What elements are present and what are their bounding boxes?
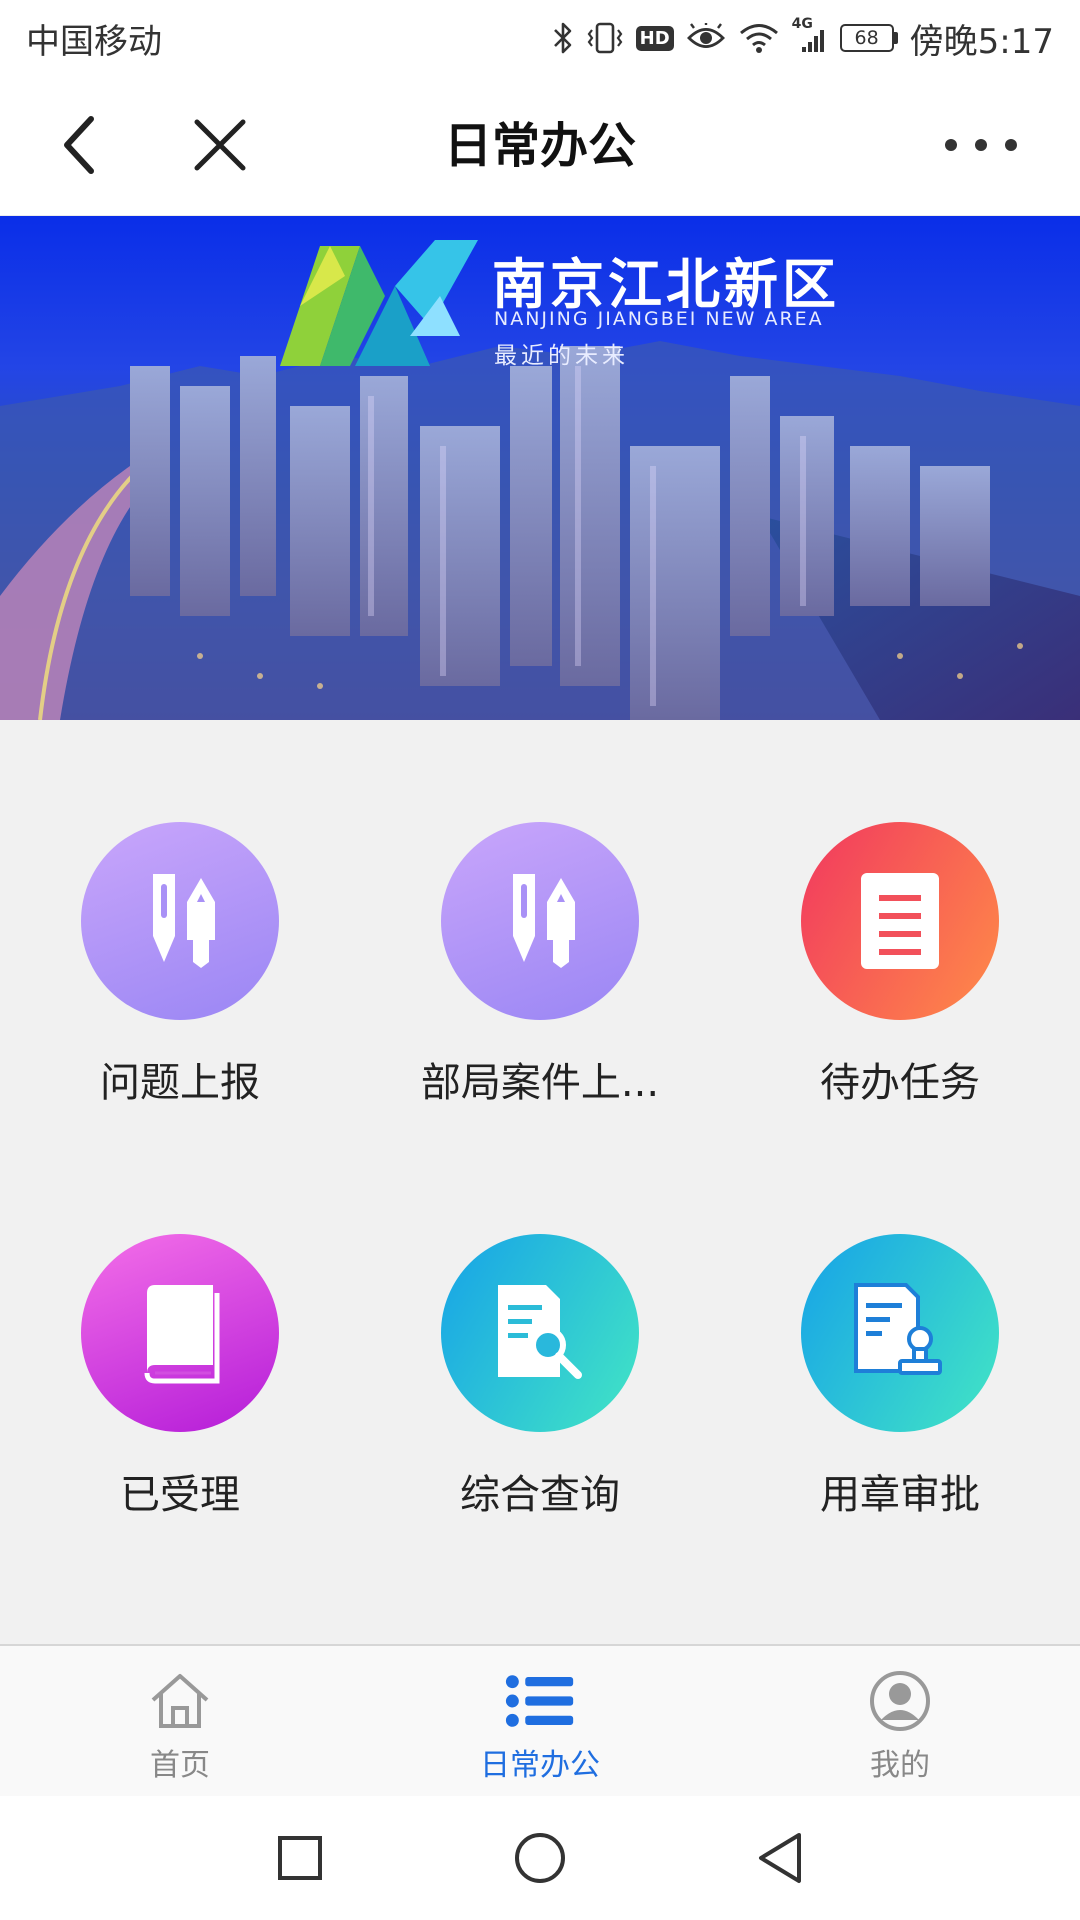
- pen-pencil-icon: [153, 874, 215, 968]
- grid-label: 用章审批: [820, 1472, 980, 1518]
- grid-item-pending-tasks[interactable]: 待办任务: [720, 720, 1080, 1106]
- bluetooth-icon: [552, 21, 574, 55]
- carrier-label: 中国移动: [26, 21, 162, 62]
- close-icon: [194, 119, 246, 171]
- home-icon: [145, 1666, 215, 1736]
- list-icon: [505, 1666, 575, 1736]
- nav-bar: 日常办公: [0, 76, 1080, 216]
- wifi-icon: [738, 22, 780, 54]
- battery-icon: 68: [839, 24, 898, 52]
- grid-icon-circle: [801, 1234, 999, 1432]
- jiangbei-logo-mark: [280, 240, 478, 366]
- grid-item-seal-approval[interactable]: 用章审批: [720, 1132, 1080, 1518]
- chevron-left-icon: [64, 116, 94, 174]
- hd-icon: HD: [635, 25, 674, 51]
- grid-icon-circle: [81, 1234, 279, 1432]
- eye-icon: [686, 23, 726, 53]
- status-bar: 中国移动 HD 4G 68 傍晚5:17: [0, 0, 1080, 76]
- grid-item-problem-report[interactable]: 问题上报: [0, 720, 360, 1106]
- grid-item-accepted[interactable]: 已受理: [0, 1132, 360, 1518]
- grid-label: 部局案件上...: [420, 1060, 660, 1106]
- home-circle-icon: [515, 1833, 565, 1883]
- grid-icon-circle: [801, 822, 999, 1020]
- tab-label: 首页: [150, 1748, 210, 1783]
- banner[interactable]: 南京江北新区 NANJING JIANGBEI NEW AREA 最近的未来: [0, 216, 1080, 720]
- grid-icon-circle: [441, 1234, 639, 1432]
- system-navigation-bar: [0, 1796, 1080, 1920]
- network-label: 4G: [791, 16, 813, 32]
- grid-label: 综合查询: [460, 1472, 620, 1518]
- battery-level: 68: [839, 24, 894, 52]
- banner-subtitle: NANJING JIANGBEI NEW AREA: [494, 308, 824, 330]
- bottom-tab-bar: 首页 日常办公 我的: [0, 1644, 1080, 1796]
- more-button[interactable]: [926, 110, 1036, 180]
- book-icon: [144, 1285, 220, 1384]
- grid-item-comprehensive-query[interactable]: 综合查询: [360, 1132, 720, 1518]
- back-system-button[interactable]: [740, 1818, 820, 1898]
- user-icon: [865, 1666, 935, 1736]
- grid-label: 问题上报: [100, 1060, 260, 1106]
- banner-slogan: 最近的未来: [494, 343, 629, 369]
- tab-daily-office[interactable]: 日常办公: [360, 1646, 720, 1796]
- status-icons: HD 4G 68 傍晚5:17: [552, 14, 1054, 63]
- home-system-button[interactable]: [500, 1818, 580, 1898]
- tab-home[interactable]: 首页: [0, 1646, 360, 1796]
- search-document-icon: [498, 1285, 582, 1379]
- grid-icon-circle: [441, 822, 639, 1020]
- clock: 傍晚5:17: [909, 21, 1054, 62]
- close-button[interactable]: [185, 110, 255, 180]
- tab-label: 我的: [870, 1748, 930, 1783]
- tab-label: 日常办公: [480, 1748, 600, 1783]
- tab-mine[interactable]: 我的: [720, 1646, 1080, 1796]
- recent-apps-button[interactable]: [260, 1818, 340, 1898]
- grid-label: 待办任务: [820, 1060, 980, 1106]
- back-triangle-icon: [759, 1833, 801, 1883]
- back-button[interactable]: [44, 110, 114, 180]
- document-icon: [861, 873, 939, 969]
- pen-pencil-icon: [513, 874, 575, 968]
- more-icon: [945, 139, 1017, 151]
- grid-item-department-case-report[interactable]: 部局案件上...: [360, 720, 720, 1106]
- signal-icon: 4G: [792, 16, 828, 54]
- recent-apps-icon: [278, 1836, 322, 1880]
- vibrate-icon: [586, 21, 624, 55]
- page-title: 日常办公: [443, 118, 636, 174]
- grid-icon-circle: [81, 822, 279, 1020]
- function-grid: 问题上报 部局案件上... 待办任务 已受理 综合查询 用章审批: [0, 720, 1080, 1644]
- grid-label: 已受理: [120, 1472, 240, 1518]
- stamp-document-icon: [854, 1283, 942, 1375]
